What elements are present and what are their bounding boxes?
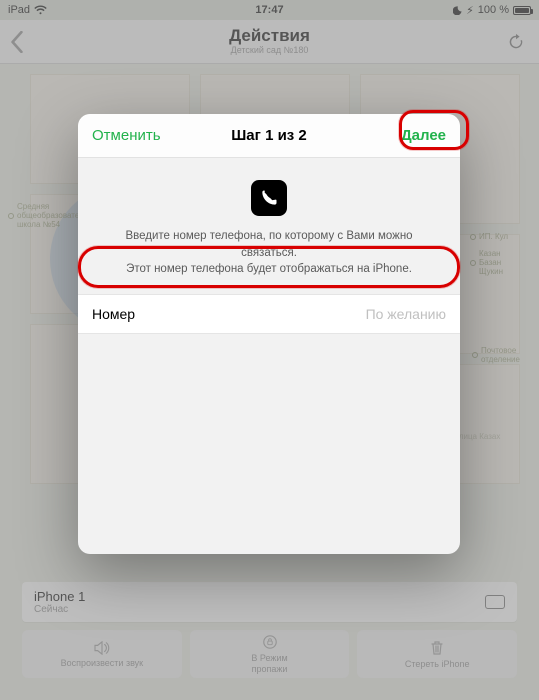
sheet-title: Шаг 1 из 2 [231, 127, 307, 144]
cancel-button[interactable]: Отменить [78, 114, 175, 157]
lost-mode-sheet: Отменить Шаг 1 из 2 Далее Введите номер … [78, 114, 460, 554]
phone-number-label: Номер [92, 306, 135, 322]
phone-icon [251, 180, 287, 216]
sheet-description: Введите номер телефона, по которому с Ва… [78, 228, 460, 278]
phone-number-input[interactable] [135, 306, 446, 322]
next-button[interactable]: Далее [387, 114, 460, 157]
sheet-body: Введите номер телефона, по которому с Ва… [78, 158, 460, 554]
phone-number-row[interactable]: Номер [78, 294, 460, 334]
sheet-header: Отменить Шаг 1 из 2 Далее [78, 114, 460, 158]
